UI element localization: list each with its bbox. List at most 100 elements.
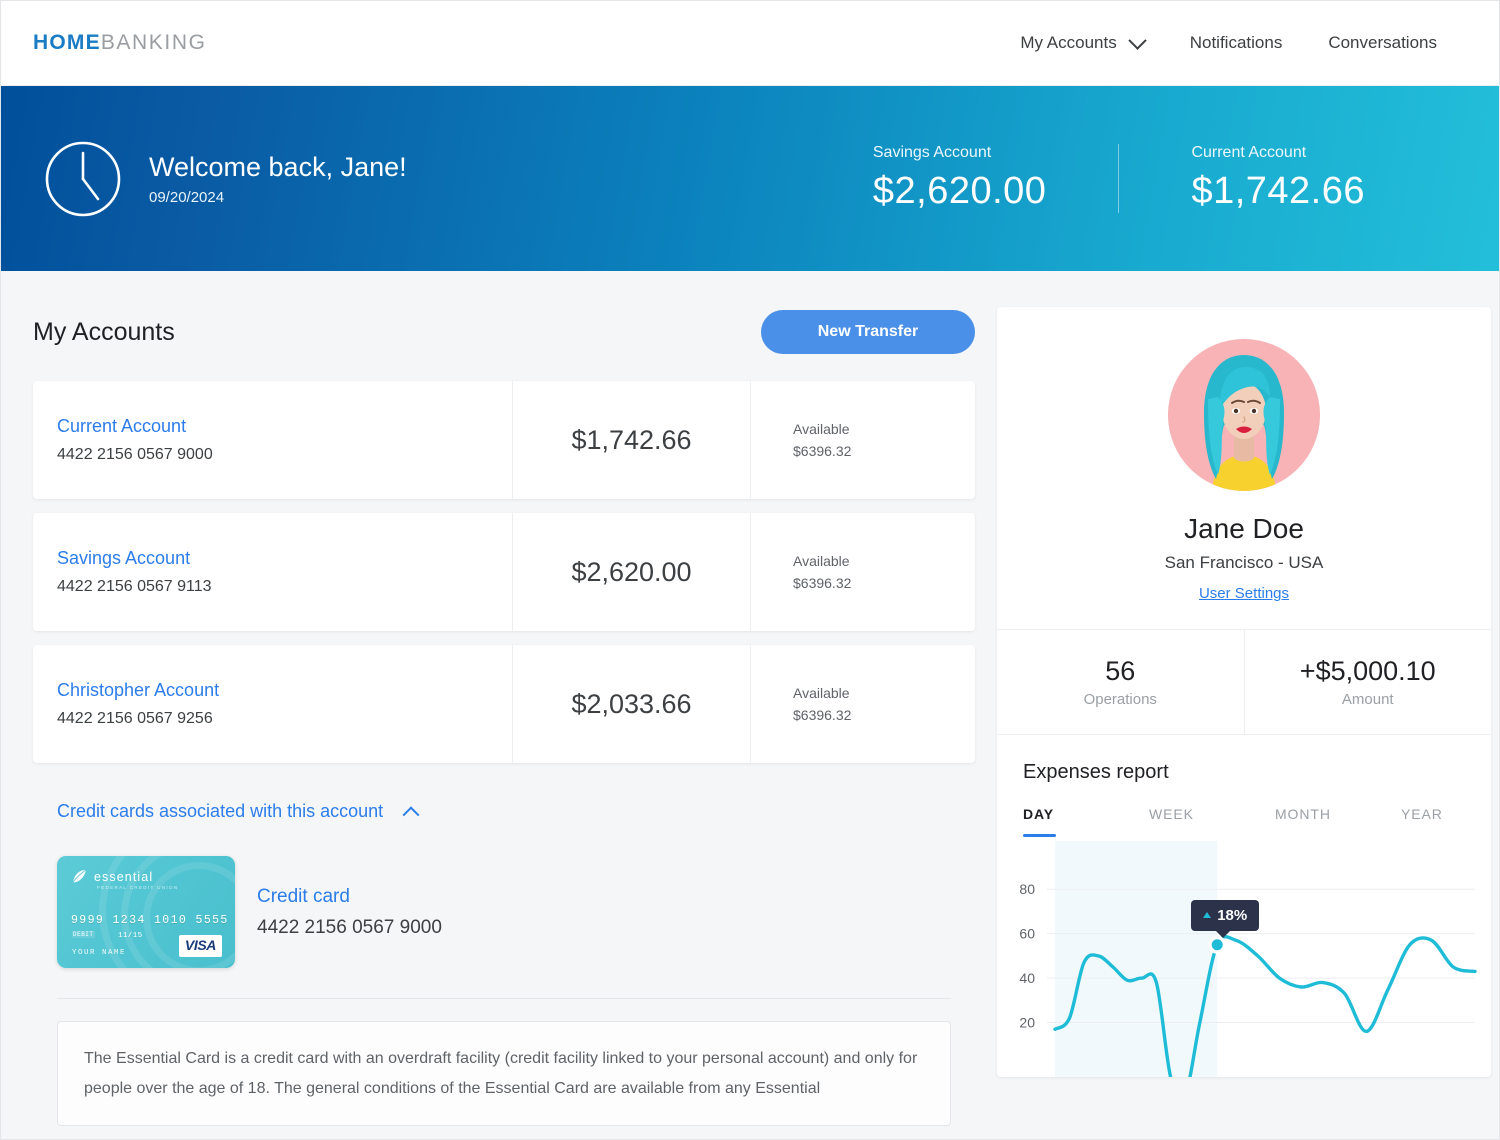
credit-card-graphic: essential FEDERAL CREDIT UNION 9999 1234… [57,856,235,968]
svg-text:20: 20 [1019,1015,1035,1031]
hero-summary-current[interactable]: Current Account $1,742.66 [1118,144,1437,213]
credit-card-link[interactable]: Credit card [257,886,442,908]
hero-summary-label: Current Account [1191,144,1307,161]
card-number-embossed: 9999 1234 1010 5555 [71,914,229,927]
profile-column: Jane Doe San Francisco - USA User Settin… [997,307,1491,1126]
svg-text:60: 60 [1019,926,1035,942]
profile-stats: 56 Operations +$5,000.10 Amount [997,629,1491,735]
welcome-greeting: Welcome back, Jane! [149,151,407,182]
account-name-link[interactable]: Christopher Account [57,680,512,701]
account-name-link[interactable]: Savings Account [57,548,512,569]
table-row[interactable]: Savings Account 4422 2156 0567 9113 $2,6… [33,513,975,631]
hero-summary-value: $2,620.00 [872,170,1047,212]
account-available-cell: Available $6396.32 [751,513,975,631]
credit-card-number: 4422 2156 0567 9000 [257,916,442,938]
account-balance: $1,742.66 [571,424,692,455]
avatar[interactable] [1168,339,1320,491]
accounts-column: My Accounts New Transfer Current Account… [33,307,975,1127]
account-balance-cell: $1,742.66 [513,381,751,499]
available-value: $6396.32 [793,707,852,723]
table-row[interactable]: Christopher Account 4422 2156 0567 9256 … [33,645,975,763]
account-identity-cell: Current Account 4422 2156 0567 9000 [33,381,513,499]
user-settings-link[interactable]: User Settings [1199,585,1289,602]
account-name-link[interactable]: Current Account [57,416,512,437]
account-identity-cell: Christopher Account 4422 2156 0567 9256 [33,645,513,763]
logo-secondary-text: BANKING [100,31,207,54]
tab-month[interactable]: MONTH [1275,806,1401,837]
card-brand-name: essential [94,869,154,884]
tab-inactive-underline [1275,834,1308,837]
tab-label: MONTH [1275,806,1331,822]
stat-operations: 56 Operations [997,630,1244,734]
tab-label: YEAR [1401,806,1443,822]
stat-value: +$5,000.10 [1299,656,1436,686]
nav-item-label: My Accounts [1020,33,1117,52]
chevron-up-icon[interactable] [402,805,420,823]
svg-text:80: 80 [1019,881,1035,897]
svg-text:40: 40 [1019,970,1035,986]
account-available-cell: Available $6396.32 [751,381,975,499]
account-balance-cell: $2,620.00 [513,513,751,631]
available-label: Available [793,685,850,701]
account-available-cell: Available $6396.32 [751,645,975,763]
avatar-illustration [1168,339,1320,491]
divider [57,998,951,999]
tab-year[interactable]: YEAR [1401,806,1491,837]
tab-label: WEEK [1149,806,1194,822]
page-title: My Accounts [33,317,175,346]
profile-name: Jane Doe [1184,513,1304,544]
leaf-icon [72,869,87,883]
card-chip-label: DEBIT [72,931,95,938]
account-balance: $2,620.00 [571,556,692,587]
clock-icon [45,141,121,216]
tab-label: DAY [1023,806,1054,822]
tab-active-underline [1023,834,1056,837]
visa-logo: VISA [178,935,222,957]
credit-cards-toggle[interactable]: Credit cards associated with this accoun… [57,801,951,823]
main-content: My Accounts New Transfer Current Account… [1,271,1499,1127]
profile-summary: Jane Doe San Francisco - USA User Settin… [997,307,1491,629]
card-holder-name: YOUR NAME [72,949,127,957]
chart-canvas: 20 40 60 80 [1019,841,1477,1077]
account-number: 4422 2156 0567 9000 [57,446,213,463]
available-value: $6396.32 [793,443,852,459]
nav-links: My Accounts Notifications Conversations [1020,30,1467,53]
tab-inactive-underline [1149,834,1182,837]
credit-cards-panel: Credit cards associated with this accoun… [33,777,975,1127]
hero-summary-savings[interactable]: Savings Account $2,620.00 [801,144,1119,213]
stat-label: Operations [1083,691,1157,708]
stat-amount: +$5,000.10 Amount [1243,630,1492,734]
available-value: $6396.32 [793,575,852,591]
tab-week[interactable]: WEEK [1149,806,1275,837]
tab-inactive-underline [1401,834,1434,837]
credit-card-item[interactable]: essential FEDERAL CREDIT UNION 9999 1234… [57,856,951,968]
chart-tooltip-value: 18% [1217,906,1248,924]
logo-primary-text: HOME [33,31,101,54]
tab-day[interactable]: DAY [1023,806,1149,837]
accounts-header: My Accounts New Transfer [33,307,975,357]
account-balance-cell: $2,033.66 [513,645,751,763]
app-logo[interactable]: HOMEBANKING [33,31,207,55]
welcome-hero-banner: Welcome back, Jane! 09/20/2024 Savings A… [1,86,1499,271]
available-label: Available [793,553,850,569]
expenses-line-chart[interactable]: 20 40 60 80 18% [997,841,1491,1077]
chart-marker [1211,939,1223,951]
nav-item-my-accounts[interactable]: My Accounts [1020,30,1147,53]
profile-location: San Francisco - USA [1164,553,1324,572]
credit-cards-toggle-label: Credit cards associated with this accoun… [57,801,384,821]
card-brand-sub: FEDERAL CREDIT UNION [97,885,179,890]
account-number: 4422 2156 0567 9256 [57,710,213,727]
expenses-report: Expenses report DAY WEEK MONTH YEAR 20 4… [997,735,1491,1077]
nav-item-notifications[interactable]: Notifications [1190,33,1283,53]
account-balance: $2,033.66 [571,688,692,719]
expenses-report-title: Expenses report [1023,761,1169,783]
table-row[interactable]: Current Account 4422 2156 0567 9000 $1,7… [33,381,975,499]
chevron-down-icon[interactable] [1128,30,1147,50]
new-transfer-button[interactable]: New Transfer [761,310,975,354]
nav-item-conversations[interactable]: Conversations [1328,33,1437,53]
expenses-report-tabs: DAY WEEK MONTH YEAR [997,806,1491,837]
stat-value: 56 [1105,656,1136,686]
stat-label: Amount [1341,691,1394,708]
banking-dashboard: HOMEBANKING My Accounts Notifications Co… [0,0,1500,1140]
hero-text-block: Welcome back, Jane! 09/20/2024 [149,151,407,206]
